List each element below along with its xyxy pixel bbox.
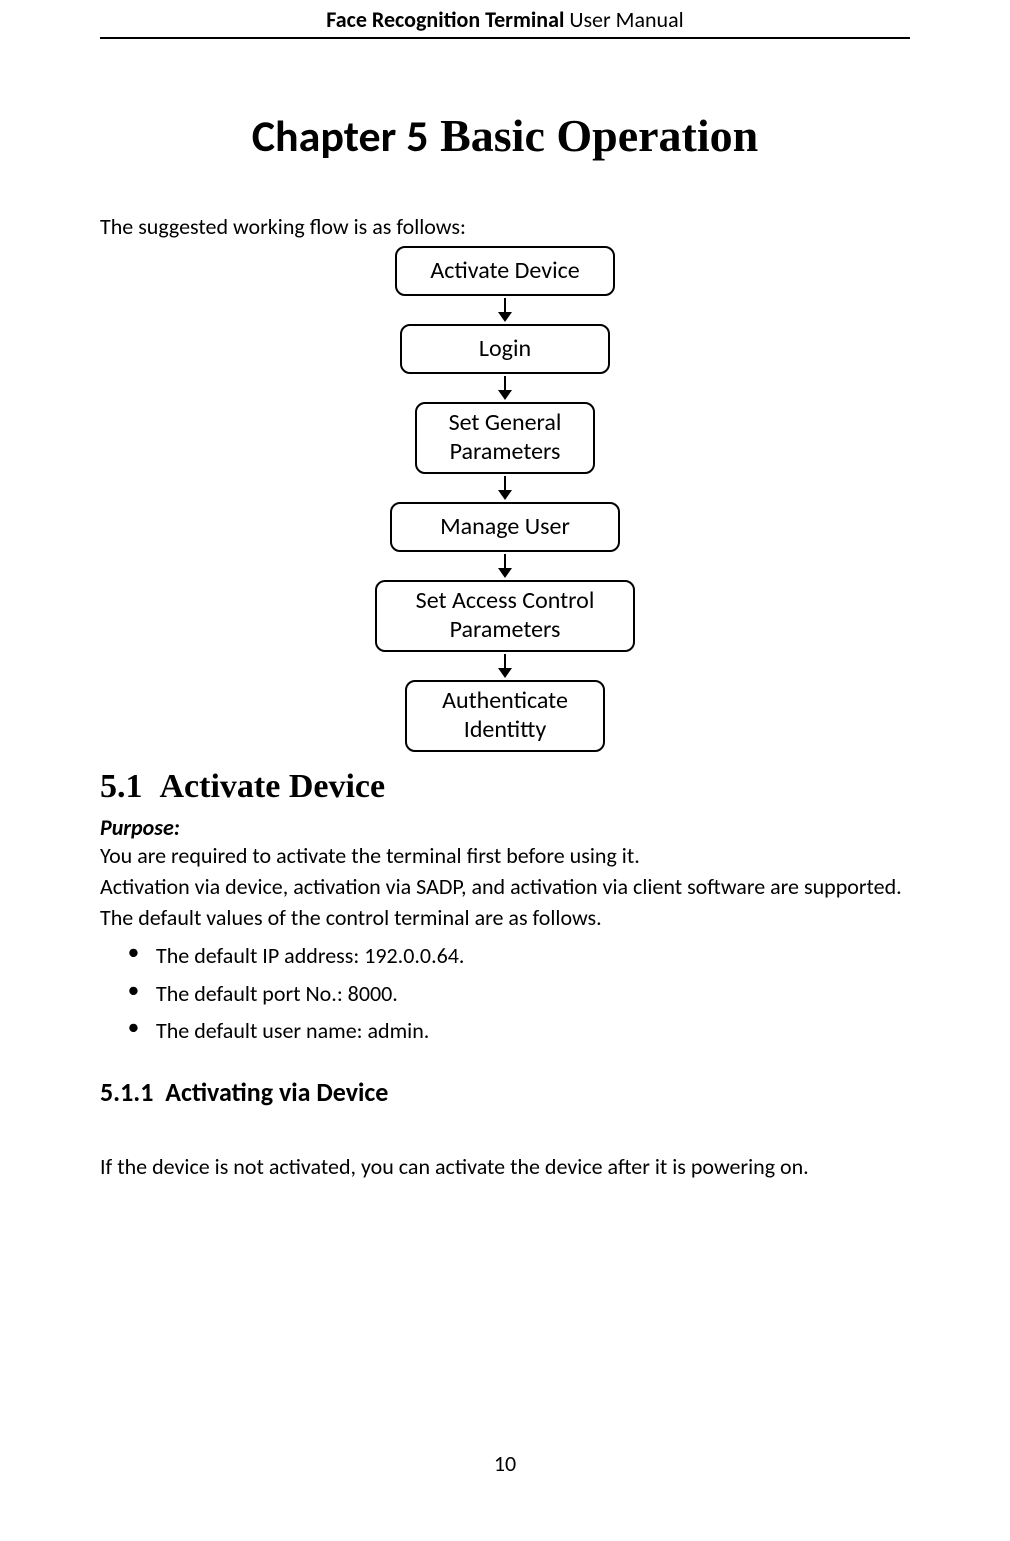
arrow-icon bbox=[498, 298, 512, 322]
section-title: 5.1 Activate Device bbox=[100, 768, 910, 806]
list-item: The default user name: admin. bbox=[128, 1012, 910, 1049]
purpose-label: Purpose: bbox=[100, 814, 910, 841]
flow-box-manage-user: Manage User bbox=[390, 502, 620, 552]
subsection-name: Activating via Device bbox=[165, 1076, 388, 1108]
list-item: The default port No.: 8000. bbox=[128, 975, 910, 1012]
list-item: The default IP address: 192.0.0.64. bbox=[128, 937, 910, 974]
flow-box-set-general-parameters: Set General Parameters bbox=[415, 402, 595, 474]
header-rule bbox=[100, 37, 910, 39]
page-header: Face Recognition Terminal User Manual bbox=[100, 0, 910, 33]
paragraph: Activation via device, activation via SA… bbox=[100, 872, 910, 903]
flow-box-authenticate-identity: Authenticate Identitty bbox=[405, 680, 605, 752]
bullet-list: The default IP address: 192.0.0.64. The … bbox=[100, 937, 910, 1049]
paragraph: The default values of the control termin… bbox=[100, 903, 910, 934]
intro-text: The suggested working flow is as follows… bbox=[100, 213, 910, 240]
chapter-title: Chapter 5 Basic Operation bbox=[100, 109, 910, 163]
flow-box-set-access-control-parameters: Set Access Control Parameters bbox=[375, 580, 635, 652]
subsection-title: 5.1.1 Activating via Device bbox=[100, 1076, 910, 1108]
arrow-icon bbox=[498, 476, 512, 500]
subsection-number: 5.1.1 bbox=[100, 1076, 153, 1108]
paragraph: If the device is not activated, you can … bbox=[100, 1152, 910, 1183]
section-name: Activate Device bbox=[160, 768, 386, 805]
header-regular: User Manual bbox=[564, 6, 683, 33]
chapter-part1: Chapter 5 bbox=[252, 109, 429, 163]
flow-box-activate-device: Activate Device bbox=[395, 246, 615, 296]
flow-diagram: Activate Device Login Set General Parame… bbox=[100, 246, 910, 752]
arrow-icon bbox=[498, 376, 512, 400]
flow-box-login: Login bbox=[400, 324, 610, 374]
section-number: 5.1 bbox=[100, 768, 143, 805]
header-bold: Face Recognition Terminal bbox=[326, 6, 564, 33]
arrow-icon bbox=[498, 654, 512, 678]
chapter-part2: Basic Operation bbox=[429, 110, 759, 161]
arrow-icon bbox=[498, 554, 512, 578]
paragraph: You are required to activate the termina… bbox=[100, 841, 910, 872]
page-number: 10 bbox=[0, 1450, 1010, 1477]
